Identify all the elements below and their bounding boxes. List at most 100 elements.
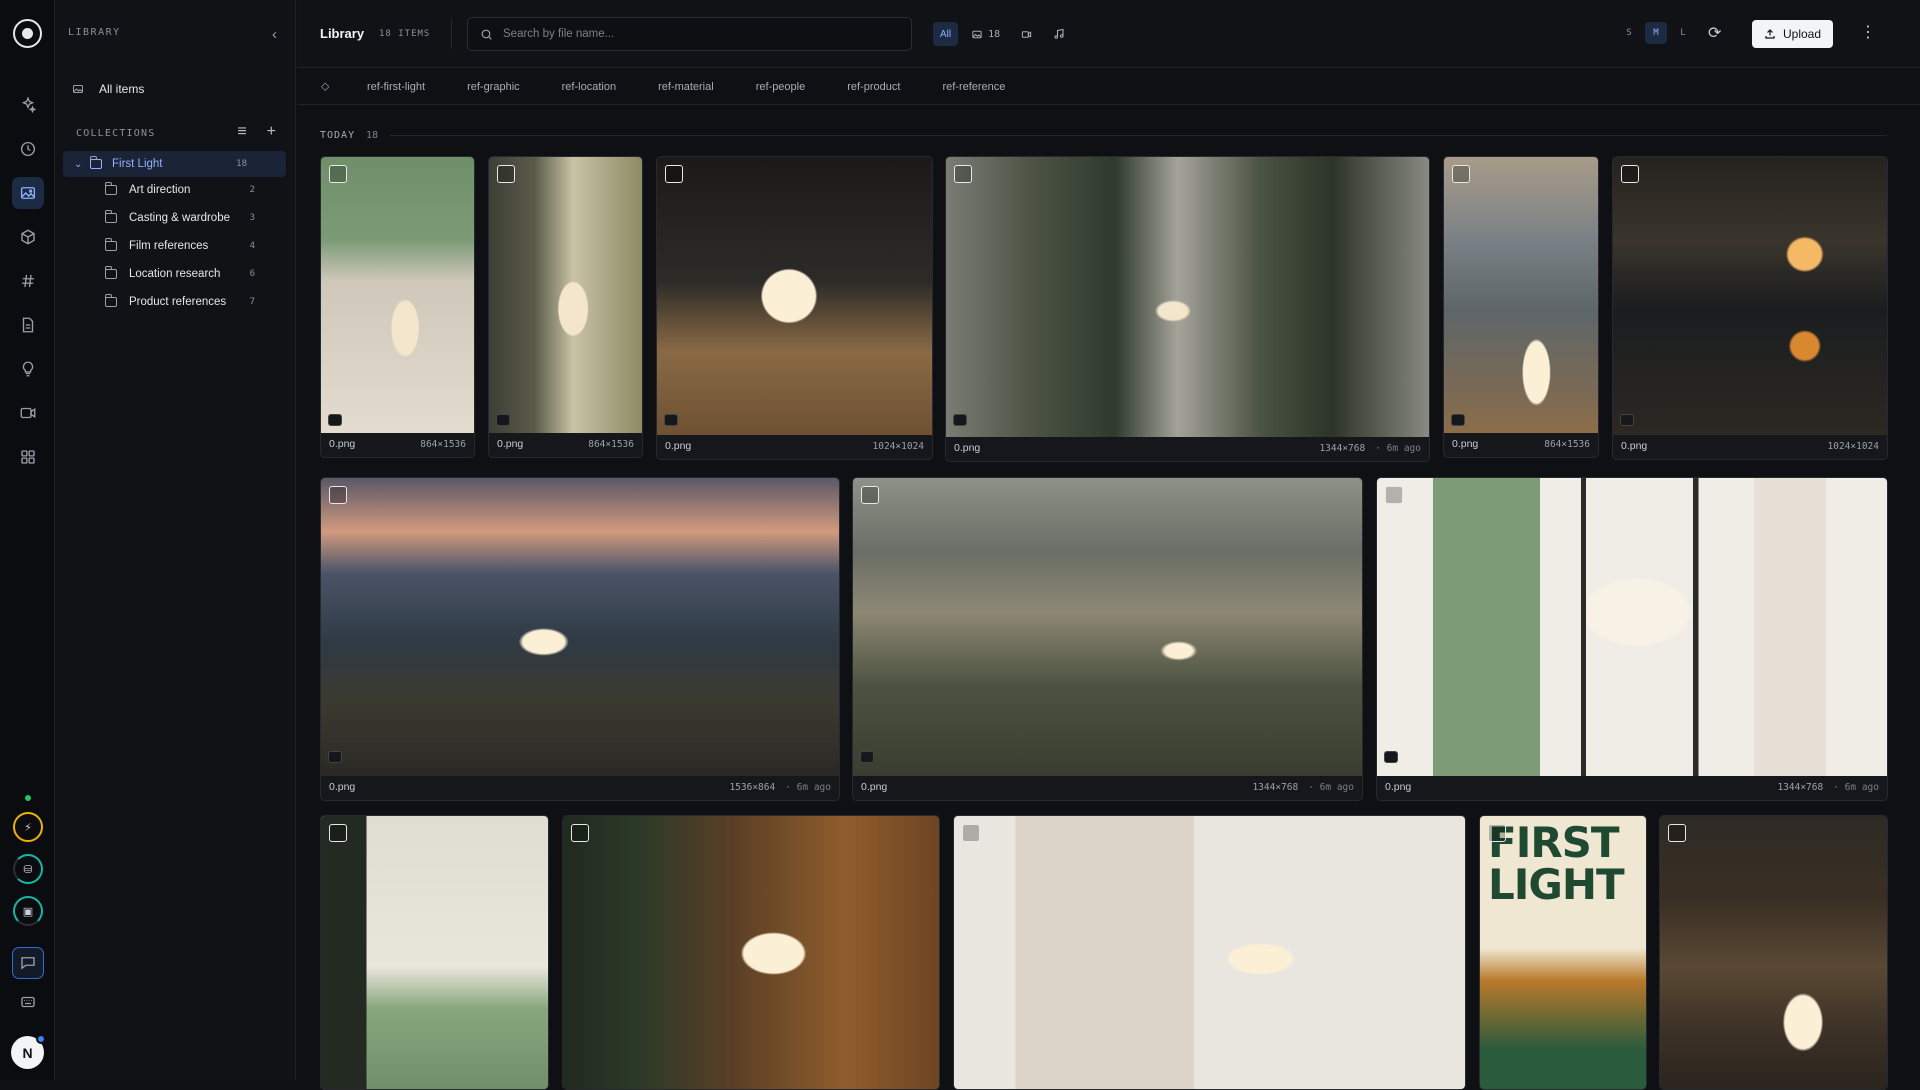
- select-checkbox[interactable]: [665, 165, 683, 183]
- card-meta: 0.png 864×1536: [1444, 431, 1598, 457]
- tag-chip[interactable]: ref-material: [658, 81, 714, 93]
- media-card[interactable]: 0.png 1344×768 6m ago: [852, 477, 1363, 801]
- upload-button[interactable]: Upload: [1752, 20, 1834, 48]
- select-checkbox[interactable]: [571, 824, 589, 842]
- select-checkbox[interactable]: [329, 165, 347, 183]
- upload-icon: [1765, 29, 1775, 39]
- search-input[interactable]: [503, 28, 883, 40]
- folder-casting-wardrobe[interactable]: Casting & wardrobe 3: [105, 210, 255, 224]
- image-library-icon[interactable]: [12, 177, 44, 209]
- image-type-icon: [664, 414, 678, 426]
- online-status-dot: [25, 795, 31, 801]
- collection-label: First Light: [112, 158, 163, 170]
- folder-film-references[interactable]: Film references 4: [105, 238, 255, 252]
- all-items-link[interactable]: All items: [71, 82, 144, 96]
- media-card[interactable]: 0.png 864×1536: [1443, 156, 1599, 458]
- video-icon: [1022, 30, 1032, 38]
- media-card[interactable]: [320, 815, 549, 1090]
- size-medium-button[interactable]: M: [1645, 22, 1667, 44]
- grid-apps-icon[interactable]: [12, 441, 44, 473]
- folder-count: 2: [249, 185, 255, 195]
- chat-feedback-icon[interactable]: [12, 947, 44, 979]
- tag-chip[interactable]: ref-location: [562, 81, 616, 93]
- select-checkbox[interactable]: [954, 165, 972, 183]
- chevron-down-icon[interactable]: ⌄: [74, 159, 86, 170]
- tag-chip[interactable]: ref-graphic: [467, 81, 520, 93]
- sparkles-icon[interactable]: [12, 89, 44, 121]
- media-card[interactable]: 0.png 1024×1024: [1612, 156, 1888, 460]
- image-type-icon: [328, 751, 342, 763]
- cube-icon[interactable]: [12, 221, 44, 253]
- user-avatar[interactable]: N: [11, 1034, 46, 1069]
- clock-icon[interactable]: [12, 133, 44, 165]
- media-card[interactable]: [1659, 815, 1888, 1090]
- card-meta: 0.png 1024×1024: [1613, 433, 1887, 459]
- thumbnail-jacket-flatlay: [954, 816, 1465, 1089]
- video-icon[interactable]: [12, 397, 44, 429]
- media-card[interactable]: [562, 815, 940, 1090]
- more-options-icon[interactable]: ⋮: [1860, 22, 1876, 42]
- select-checkbox[interactable]: [861, 486, 879, 504]
- app-logo-icon[interactable]: [13, 19, 42, 48]
- select-checkbox[interactable]: [1668, 824, 1686, 842]
- folder-product-references[interactable]: Product references 7: [105, 294, 255, 308]
- add-collection-icon[interactable]: +: [267, 123, 276, 141]
- size-small-button[interactable]: S: [1618, 22, 1640, 44]
- item-count: 18 ITEMS: [379, 29, 431, 39]
- thumbnail-lantern-in-tent: [1444, 157, 1598, 433]
- collapse-chevron-icon[interactable]: ‹: [272, 26, 277, 43]
- select-checkbox[interactable]: [1488, 824, 1506, 842]
- document-icon[interactable]: [12, 309, 44, 341]
- cpu-usage-icon[interactable]: ▣: [13, 896, 43, 926]
- tag-chip[interactable]: ref-reference: [942, 81, 1005, 93]
- folder-icon: [90, 156, 102, 169]
- collection-first-light[interactable]: ⌄ First Light 18: [63, 151, 286, 177]
- tag-chip[interactable]: ref-product: [847, 81, 900, 93]
- filter-all-button[interactable]: All: [933, 22, 959, 46]
- file-dimensions: 1024×1024: [872, 440, 924, 452]
- refresh-icon[interactable]: ⟳: [1708, 23, 1721, 43]
- media-card[interactable]: 0.png 1344×768 6m ago: [1376, 477, 1888, 801]
- image-type-icon: [328, 414, 342, 426]
- tag-chip[interactable]: ref-people: [756, 81, 806, 93]
- select-checkbox[interactable]: [962, 824, 980, 842]
- file-age: 6m ago: [1375, 443, 1421, 454]
- folder-count: 6: [249, 269, 255, 279]
- media-card[interactable]: [953, 815, 1466, 1090]
- folder-location-research[interactable]: Location research 6: [105, 266, 255, 280]
- thumbnail-hikers-with-lantern: [946, 157, 1429, 437]
- folder-count: 4: [249, 241, 255, 251]
- storage-usage-icon[interactable]: ⛁: [13, 854, 43, 884]
- tag-chip[interactable]: ref-first-light: [367, 81, 425, 93]
- section-heading: TODAY: [320, 130, 356, 141]
- select-checkbox[interactable]: [1621, 165, 1639, 183]
- media-card[interactable]: FIRST LIGHT: [1479, 815, 1647, 1090]
- image-type-icon: [1620, 414, 1634, 426]
- folder-count: 3: [249, 213, 255, 223]
- tag-list: ref-first-light ref-graphic ref-location…: [367, 81, 1047, 93]
- sort-list-icon[interactable]: ≡: [237, 123, 246, 141]
- hashtag-icon[interactable]: [12, 265, 44, 297]
- thumbnail-forest-tarp-camp: [853, 478, 1362, 776]
- filter-video-button[interactable]: [1013, 22, 1040, 46]
- media-card[interactable]: 0.png 1024×1024: [656, 156, 933, 460]
- folder-art-direction[interactable]: Art direction 2: [105, 182, 255, 196]
- media-card[interactable]: 0.png 864×1536: [320, 156, 475, 458]
- select-checkbox[interactable]: [329, 486, 347, 504]
- lightbulb-icon[interactable]: [12, 353, 44, 385]
- select-checkbox[interactable]: [1452, 165, 1470, 183]
- size-large-button[interactable]: L: [1672, 22, 1694, 44]
- section-count: 18: [366, 130, 379, 141]
- media-card[interactable]: 0.png 1344×768 6m ago: [945, 156, 1430, 462]
- filter-images-button[interactable]: 18: [964, 22, 1007, 46]
- select-checkbox[interactable]: [1385, 486, 1403, 504]
- filter-audio-button[interactable]: [1046, 22, 1072, 46]
- search-box[interactable]: [467, 17, 912, 51]
- keyboard-icon[interactable]: [12, 986, 44, 1018]
- select-checkbox[interactable]: [497, 165, 515, 183]
- image-icon: [972, 30, 982, 38]
- media-card[interactable]: 0.png 864×1536: [488, 156, 643, 458]
- bolt-usage-icon[interactable]: ⚡: [13, 812, 43, 842]
- media-card[interactable]: 0.png 1536×864 6m ago: [320, 477, 840, 801]
- select-checkbox[interactable]: [329, 824, 347, 842]
